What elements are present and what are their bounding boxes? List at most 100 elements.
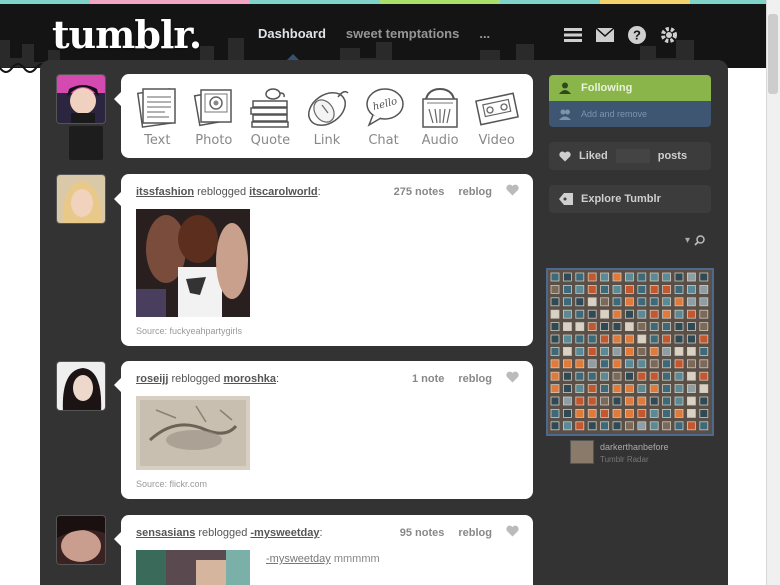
text-posts-icon[interactable] [562,24,584,46]
add-remove-button[interactable]: Add and remove [549,101,711,127]
search-icon[interactable] [694,234,705,246]
post-notes[interactable]: 95 notes [400,527,445,539]
tumblr-radar-image[interactable] [546,268,714,436]
post-type-chat-label: Chat [368,133,399,148]
following-box: Following Add and remove [549,75,711,127]
radar-window-tile [674,384,684,393]
radar-window-tile [625,396,634,406]
post-source[interactable]: Source: fuckyeahpartygirls [136,326,242,336]
post-avatar[interactable] [56,515,106,565]
radar-window-tile [587,272,597,282]
post-photo[interactable] [136,550,250,585]
vertical-scrollbar[interactable] [766,0,780,585]
like-heart-icon[interactable] [506,525,519,540]
post-source[interactable]: Source: flickr.com [136,479,207,489]
reblog-button[interactable]: reblog [458,527,492,539]
post-author-link[interactable]: sensasians [136,527,195,539]
post-origin-link[interactable]: moroshka [223,373,276,385]
caption-user-link[interactable]: -mysweetday [266,553,331,565]
radar-window-tile [674,396,684,406]
radar-window-tile [625,359,634,369]
post-action: reblogged [198,527,248,539]
radar-window-tile [699,309,709,319]
radar-user-avatar[interactable] [570,440,594,464]
radar-window-tile [686,347,696,356]
radar-window-tile [686,384,696,393]
radar-window-tile [587,384,597,393]
radar-window-tile [662,272,671,282]
liked-label: Liked [579,150,608,162]
post-type-photo[interactable]: Photo [189,85,239,148]
radar-window-tile [575,297,585,307]
radar-window-tile [662,284,671,294]
radar-window-tile [612,309,622,319]
post-author-link[interactable]: itssfashion [136,186,194,198]
post-type-quote[interactable]: Quote [245,85,295,148]
post-type-video[interactable]: Video [472,85,522,148]
post-type-chat[interactable]: hello Chat [359,85,409,148]
radar-window-tile [587,371,597,381]
help-icon[interactable]: ? [626,24,648,46]
reblog-button[interactable]: reblog [458,373,492,385]
search-dropdown-arrow-icon[interactable]: ▾ [685,235,690,246]
radar-window-tile [612,272,622,282]
search-bar[interactable]: ▾ [549,228,711,252]
nav-blog[interactable]: sweet temptations [346,26,459,41]
radar-window-tile [686,272,696,282]
post-photo[interactable] [136,396,250,470]
radar-window-tile [600,347,609,356]
radar-window-tile [587,309,597,319]
post-meta: 1 note reblog [412,371,519,386]
radar-window-tile [674,322,684,331]
inbox-icon[interactable] [594,24,616,46]
radar-window-tile [674,421,684,431]
radar-window-tile [600,297,609,307]
radar-window-tile [562,272,572,282]
post-type-text[interactable]: Text [132,85,182,148]
radar-window-tile [600,421,609,431]
post-avatar[interactable] [56,174,106,224]
radar-window-tile [662,371,671,381]
tumblr-logo[interactable]: tumblr. [52,12,202,57]
post-action: reblogged [171,373,221,385]
post-pointer [114,192,121,206]
reblog-button[interactable]: reblog [458,186,492,198]
post-notes[interactable]: 1 note [412,373,444,385]
radar-window-tile [550,408,560,418]
following-button[interactable]: Following [549,75,711,101]
radar-window-tile [637,334,647,344]
post-caption: -mysweetday mmmmm [266,553,380,565]
liked-posts-button[interactable]: Liked posts [549,142,711,170]
post-card: itssfashion reblogged itscarolworld: 275… [121,174,533,346]
like-heart-icon[interactable] [506,371,519,386]
radar-window-tile [600,334,609,344]
radar-window-tile [550,322,560,331]
radar-user-link[interactable]: darkerthanbefore [600,442,669,452]
preferences-icon[interactable] [658,24,680,46]
post-notes[interactable]: 275 notes [394,186,445,198]
post-origin-link[interactable]: -mysweetday [250,527,319,539]
nav-more[interactable]: ... [479,26,490,41]
scrollbar-thumb[interactable] [768,14,778,94]
radar-window-tile [649,408,659,418]
post-photo[interactable] [136,209,250,317]
radar-window-tile [662,421,671,431]
radar-window-tile [649,272,659,282]
radar-window-tile [637,384,647,393]
radar-window-tile [662,334,671,344]
radar-window-tile [686,408,696,418]
radar-window-tile [612,334,622,344]
post-origin-link[interactable]: itscarolworld [249,186,317,198]
post-type-link[interactable]: Link [302,85,352,148]
like-heart-icon[interactable] [506,184,519,199]
post-type-audio[interactable]: Audio [415,85,465,148]
post-author-link[interactable]: roseijj [136,373,168,385]
radar-window-tile [699,384,709,393]
post-avatar[interactable] [56,361,106,411]
nav-dashboard[interactable]: Dashboard [258,26,326,41]
radar-window-tile [625,334,634,344]
explore-tumblr-button[interactable]: Explore Tumblr [549,185,711,213]
own-avatar[interactable] [56,74,106,124]
radar-window-tile [699,408,709,418]
radar-window-tile [612,359,622,369]
